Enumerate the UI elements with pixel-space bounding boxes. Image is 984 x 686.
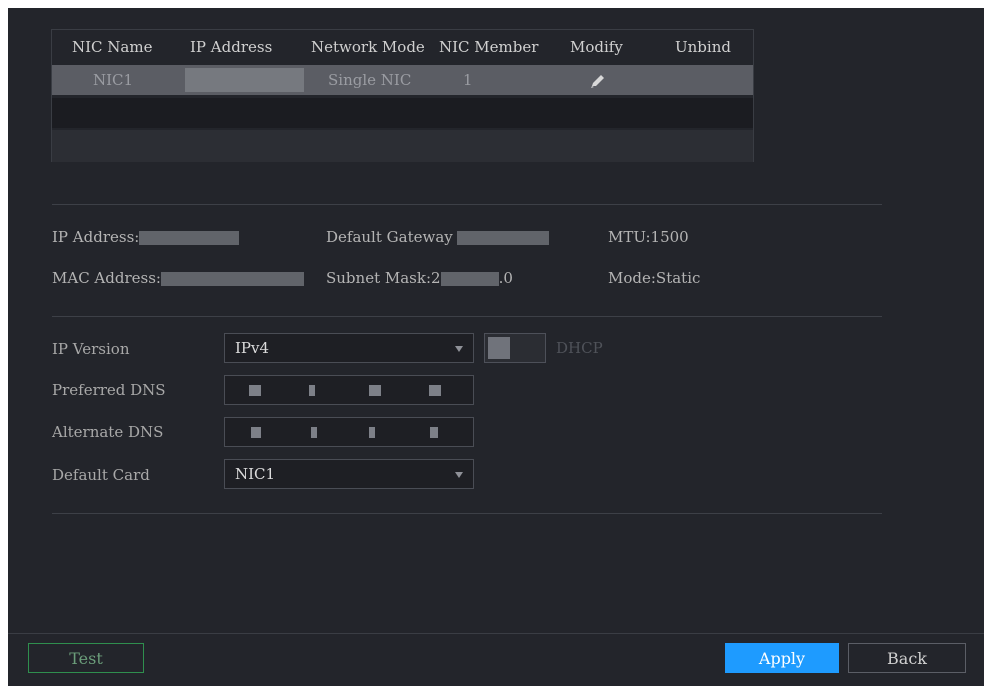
table-row-empty	[52, 130, 753, 162]
table-row[interactable]: NIC1 Single NIC 1	[52, 65, 753, 95]
divider	[52, 316, 882, 317]
masked-octet	[311, 427, 317, 438]
nic-table: NIC Name IP Address Network Mode NIC Mem…	[51, 29, 754, 162]
ip-address-cell-masked	[185, 68, 304, 92]
masked-value	[456, 231, 549, 245]
header-nic-member: NIC Member	[439, 38, 539, 56]
chevron-down-icon	[455, 346, 463, 352]
masked-value	[139, 231, 240, 245]
divider	[52, 204, 882, 205]
alternate-dns-input[interactable]	[224, 417, 474, 447]
header-modify: Modify	[570, 38, 623, 56]
masked-octet	[251, 427, 261, 438]
header-ip-address: IP Address	[190, 38, 273, 56]
default-gateway-info: Default Gateway	[326, 228, 549, 246]
pencil-icon[interactable]	[589, 73, 607, 89]
masked-value	[440, 272, 499, 286]
preferred-dns-label: Preferred DNS	[52, 381, 166, 399]
nic-name-cell: NIC1	[93, 71, 134, 89]
mode-info: Mode:Static	[608, 269, 701, 287]
footer-divider	[8, 633, 984, 634]
mac-address-info: MAC Address:	[52, 269, 304, 287]
masked-octet	[430, 427, 438, 438]
masked-octet	[369, 427, 375, 438]
header-unbind: Unbind	[675, 38, 731, 56]
default-card-select[interactable]: NIC1	[224, 459, 474, 489]
table-row-empty	[52, 98, 753, 128]
masked-value	[160, 272, 304, 286]
nic-member-cell: 1	[463, 71, 473, 89]
masked-octet	[249, 385, 261, 396]
header-network-mode: Network Mode	[311, 38, 425, 56]
alternate-dns-label: Alternate DNS	[52, 423, 164, 441]
masked-octet	[429, 385, 441, 396]
chevron-down-icon	[455, 472, 463, 478]
ip-version-select[interactable]: IPv4	[224, 333, 474, 363]
toggle-knob	[488, 337, 510, 359]
preferred-dns-input[interactable]	[224, 375, 474, 405]
subnet-mask-info: Subnet Mask:2.0	[326, 269, 513, 287]
ip-address-info: IP Address:	[52, 228, 240, 246]
divider	[52, 513, 882, 514]
default-card-label: Default Card	[52, 466, 150, 484]
nic-table-header: NIC Name IP Address Network Mode NIC Mem…	[52, 32, 753, 62]
dhcp-label: DHCP	[556, 339, 603, 357]
mtu-info: MTU:1500	[608, 228, 689, 246]
network-settings-panel: NIC Name IP Address Network Mode NIC Mem…	[8, 8, 984, 686]
test-button[interactable]: Test	[28, 643, 144, 673]
masked-octet	[369, 385, 381, 396]
back-button[interactable]: Back	[848, 643, 966, 673]
apply-button[interactable]: Apply	[725, 643, 839, 673]
ip-version-label: IP Version	[52, 340, 130, 358]
masked-octet	[309, 385, 315, 396]
dhcp-toggle[interactable]	[484, 333, 546, 363]
network-mode-cell: Single NIC	[328, 71, 412, 89]
header-nic-name: NIC Name	[72, 38, 153, 56]
